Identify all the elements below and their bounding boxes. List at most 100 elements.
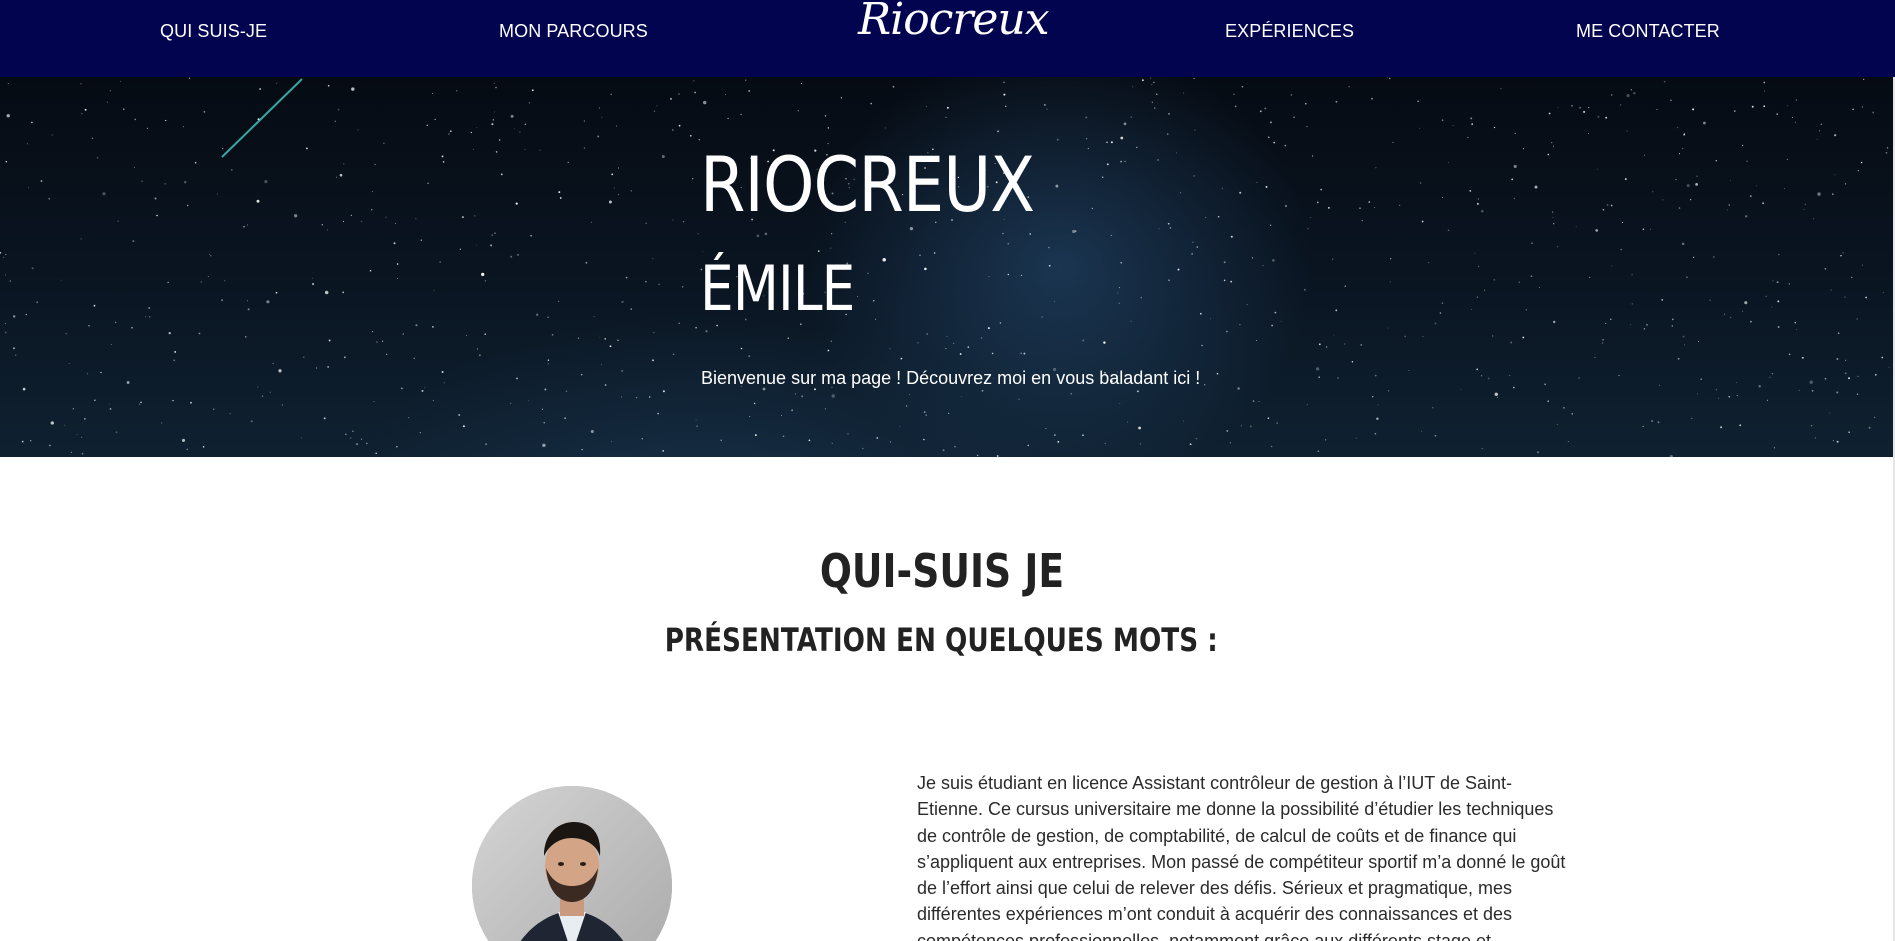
star [510, 255, 513, 258]
star [1072, 229, 1076, 234]
star [133, 167, 135, 168]
star [131, 326, 133, 329]
star [1556, 423, 1558, 425]
star [1765, 295, 1767, 297]
star [250, 420, 253, 423]
star [1763, 105, 1766, 108]
star [1551, 142, 1553, 144]
star [543, 421, 546, 424]
star [1795, 99, 1797, 101]
star [1371, 395, 1374, 398]
star [145, 316, 147, 318]
star [1551, 211, 1554, 213]
star [1682, 335, 1685, 338]
star [753, 402, 756, 405]
star [1256, 181, 1258, 183]
star [1029, 233, 1031, 235]
star [671, 128, 674, 131]
nav-link-experiences[interactable]: EXPÉRIENCES [1225, 20, 1354, 42]
star [1500, 88, 1502, 90]
nav-link-me-contacter[interactable]: ME CONTACTER [1576, 20, 1720, 42]
star [327, 229, 329, 231]
star [1729, 316, 1732, 319]
star [1829, 412, 1831, 414]
star [1474, 252, 1476, 254]
star [1631, 274, 1633, 276]
star [4, 274, 7, 276]
star [1168, 279, 1170, 282]
star [110, 344, 112, 345]
star [1818, 130, 1820, 132]
star [194, 161, 197, 164]
star [1210, 318, 1212, 320]
star [427, 182, 429, 184]
star [1767, 399, 1768, 401]
star [400, 387, 403, 390]
site-logo[interactable]: Riocreux [858, 0, 1050, 46]
star [1351, 361, 1354, 363]
star [492, 119, 494, 121]
star [1865, 296, 1867, 299]
star [173, 359, 176, 362]
star [1434, 434, 1437, 437]
star [345, 433, 347, 435]
star [276, 82, 278, 84]
star [1082, 434, 1084, 436]
section-title-text: QUI-SUIS JE [819, 544, 1064, 598]
star [1601, 342, 1604, 344]
star [459, 248, 461, 250]
star [84, 108, 87, 111]
star [1681, 242, 1685, 246]
star [1044, 104, 1046, 106]
star [657, 412, 659, 415]
star [81, 452, 84, 455]
star [357, 129, 359, 131]
nav-link-mon-parcours[interactable]: MON PARCOURS [499, 20, 648, 42]
star [1758, 385, 1761, 388]
star [1150, 77, 1152, 79]
star [1467, 136, 1469, 138]
star [132, 240, 135, 243]
star [1773, 447, 1776, 449]
star [396, 445, 398, 448]
hero-title: RIOCREUX [700, 140, 1035, 229]
star [1276, 422, 1278, 424]
star [1656, 109, 1658, 110]
star [31, 121, 33, 124]
star [224, 280, 226, 282]
star [264, 180, 268, 184]
star [1264, 107, 1267, 110]
star [1348, 86, 1350, 88]
star [988, 276, 990, 278]
star [1662, 199, 1664, 201]
star [1256, 339, 1258, 341]
star [617, 339, 619, 341]
star [1104, 442, 1106, 445]
star [967, 346, 970, 348]
star [109, 403, 111, 405]
star [86, 373, 89, 375]
star [831, 394, 835, 398]
star [493, 111, 495, 113]
star [1700, 378, 1703, 381]
star [1168, 113, 1170, 115]
star [618, 167, 620, 169]
star [924, 267, 927, 271]
star [610, 93, 612, 95]
star [1597, 115, 1600, 118]
star [652, 359, 654, 362]
star [1626, 130, 1628, 132]
star [925, 414, 927, 416]
star [1872, 111, 1875, 114]
star [1110, 234, 1112, 237]
star [1223, 279, 1226, 282]
star [1388, 390, 1390, 392]
star [490, 244, 493, 247]
nav-link-qui-suis-je[interactable]: QUI SUIS-JE [160, 20, 267, 42]
star [371, 209, 373, 211]
star [547, 359, 550, 361]
star [882, 258, 886, 262]
star [945, 347, 947, 350]
star [1777, 300, 1780, 303]
star [88, 325, 90, 327]
